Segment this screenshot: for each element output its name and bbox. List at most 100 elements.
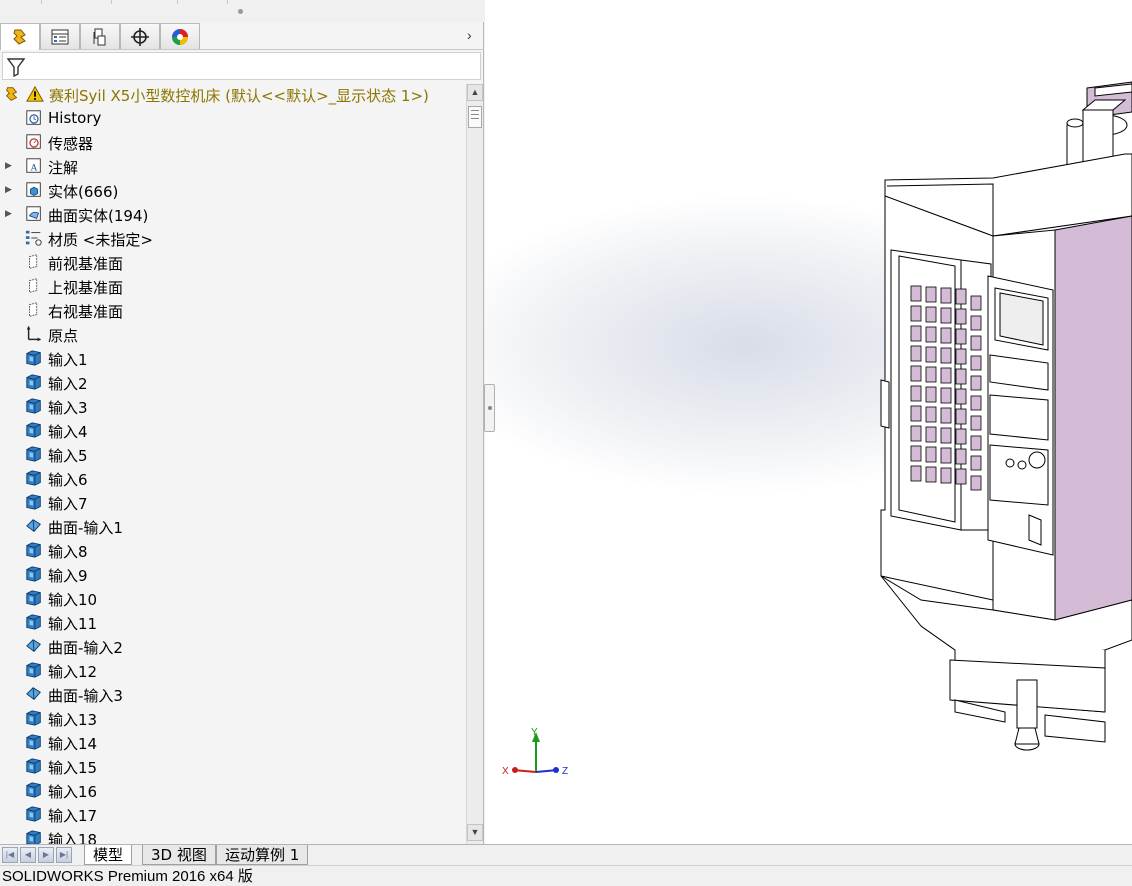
expand-arrow-icon[interactable]: ▶ (5, 160, 12, 171)
door-vent-slot (940, 327, 952, 344)
surface-import-icon (26, 639, 41, 653)
tree-item-label: 输入5 (48, 447, 88, 465)
filter-funnel-icon[interactable] (7, 57, 25, 77)
door-vent-slot (910, 305, 922, 322)
propertymanager-tab[interactable] (40, 23, 80, 49)
panel-splitter-handle[interactable] (484, 384, 495, 432)
tree-item[interactable]: 输入16 (0, 778, 466, 802)
scroll-down-button[interactable]: ▼ (467, 824, 483, 841)
import-feature-icon (26, 710, 41, 726)
tree-item[interactable]: 上视基准面 (0, 274, 466, 298)
displaymanager-tab[interactable] (160, 23, 200, 49)
tree-item[interactable]: 右视基准面 (0, 298, 466, 322)
scroll-up-button[interactable]: ▲ (467, 84, 483, 101)
door-vent-slot (910, 425, 922, 442)
feature-tree: 赛利Syil X5小型数控机床 (默认<<默认>_显示状态 1>) Histor… (0, 82, 466, 844)
tree-root-part[interactable]: 赛利Syil X5小型数控机床 (默认<<默认>_显示状态 1>) (0, 82, 466, 106)
door-vent-slot (925, 346, 937, 363)
tree-item[interactable]: 输入12 (0, 658, 466, 682)
tree-item[interactable]: 传感器 (0, 130, 466, 154)
tree-scrollbar[interactable]: ▲ ▼ (466, 84, 483, 844)
tree-item[interactable]: 输入1 (0, 346, 466, 370)
tree-item[interactable]: 输入3 (0, 394, 466, 418)
tree-item[interactable]: 输入17 (0, 802, 466, 826)
import-feature-icon (26, 398, 41, 414)
door-vent-slot (970, 395, 982, 411)
door-vent-slot (925, 386, 937, 403)
tree-item[interactable]: 输入10 (0, 586, 466, 610)
tree-item[interactable]: 输入7 (0, 490, 466, 514)
door-vent-slot (925, 426, 937, 443)
door-vent-slot (970, 315, 982, 331)
tree-item[interactable]: 曲面-输入3 (0, 682, 466, 706)
featuremanager-tab[interactable] (0, 23, 40, 50)
first-tab-button[interactable]: |◀ (2, 847, 18, 863)
door-vent-slot (925, 326, 937, 343)
tree-item-label: 输入16 (48, 783, 98, 801)
tree-item-label: 曲面-输入1 (48, 519, 123, 537)
tab-motion-study-1[interactable]: 运动算例 1 (216, 845, 309, 865)
tree-item[interactable]: 曲面-输入2 (0, 634, 466, 658)
door-vent-slot (955, 408, 967, 425)
import-feature-icon (26, 734, 41, 750)
import-feature-icon (26, 422, 41, 438)
tree-item[interactable]: 前视基准面 (0, 250, 466, 274)
tree-item[interactable]: 输入15 (0, 754, 466, 778)
expand-arrow-icon[interactable]: ▶ (5, 208, 12, 219)
tree-item[interactable]: 输入6 (0, 466, 466, 490)
tree-root-label: 赛利Syil X5小型数控机床 (默认<<默认>_显示状态 1>) (49, 87, 429, 105)
tab-3d-view[interactable]: 3D 视图 (142, 845, 216, 865)
tree-item[interactable]: 输入14 (0, 730, 466, 754)
door-vent-slot (925, 366, 937, 383)
tree-item[interactable]: History (0, 106, 466, 130)
tree-item[interactable]: 原点 (0, 322, 466, 346)
expand-arrow-icon[interactable]: ▶ (5, 184, 12, 195)
tree-item-label: 输入6 (48, 471, 88, 489)
tree-item[interactable]: 曲面-输入1 (0, 514, 466, 538)
tree-item[interactable]: 输入8 (0, 538, 466, 562)
dimxpert-crosshair-icon (131, 27, 149, 46)
tree-item-label: 上视基准面 (48, 279, 124, 297)
tree-item-label: 前视基准面 (48, 255, 124, 273)
tree-item[interactable]: 输入4 (0, 418, 466, 442)
tree-item-label: 输入12 (48, 663, 98, 681)
tree-item[interactable]: 输入13 (0, 706, 466, 730)
door-vent-slot (955, 328, 967, 345)
last-tab-button[interactable]: ▶| (56, 847, 72, 863)
dimxpertmanager-tab[interactable] (120, 23, 160, 49)
import-feature-icon (26, 614, 41, 630)
door-vent-slot (955, 368, 967, 385)
door-vent-slot (940, 387, 952, 404)
tree-item[interactable]: 输入18 (0, 826, 466, 844)
tab-model[interactable]: 模型 (84, 845, 133, 865)
tree-item[interactable]: 输入5 (0, 442, 466, 466)
tree-item[interactable]: ▶ A 注解 (0, 154, 466, 178)
tab-scroll-right-icon[interactable]: › (467, 27, 472, 43)
door-vent-slot (970, 335, 982, 351)
tree-item[interactable]: 材质 <未指定> (0, 226, 466, 250)
tree-filter-bar[interactable] (2, 52, 481, 80)
tree-item[interactable]: ▶ 曲面实体(194) (0, 202, 466, 226)
prev-tab-button[interactable]: ◀ (20, 847, 36, 863)
tree-item[interactable]: 输入9 (0, 562, 466, 586)
tree-item[interactable]: ▶ 实体(666) (0, 178, 466, 202)
plane-icon (29, 302, 38, 317)
import-feature-icon (26, 566, 41, 582)
import-feature-icon (26, 350, 41, 366)
door-vent-slot (925, 286, 937, 303)
import-feature-icon (26, 374, 41, 390)
tree-item-label: 注解 (48, 159, 79, 177)
door-vent-slot (970, 475, 982, 491)
graphics-viewport[interactable]: Y X Z (485, 0, 1132, 844)
door-vent-slot (955, 468, 967, 485)
door-vent-slot (925, 306, 937, 323)
panel-grip[interactable] (238, 9, 243, 14)
tree-item-label: 输入17 (48, 807, 98, 825)
tree-item-label: 输入13 (48, 711, 98, 729)
tree-item[interactable]: 输入11 (0, 610, 466, 634)
configurationmanager-tab[interactable] (80, 23, 120, 49)
annotation-icon: A (26, 158, 41, 174)
scroll-thumb[interactable] (468, 106, 482, 128)
tree-item[interactable]: 输入2 (0, 370, 466, 394)
next-tab-button[interactable]: ▶ (38, 847, 54, 863)
